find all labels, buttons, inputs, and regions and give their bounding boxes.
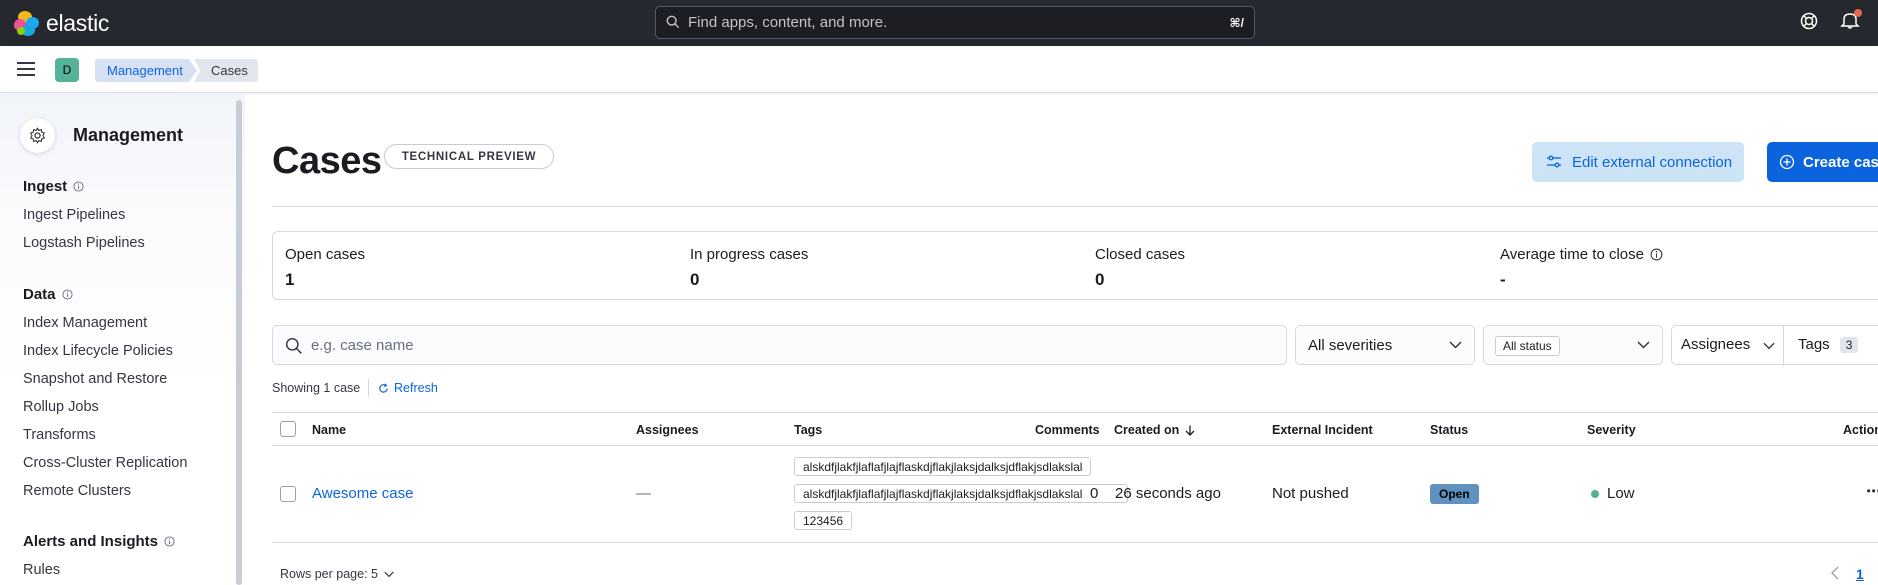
notification-dot: [1854, 9, 1862, 17]
filter-group: Assignees Tags 3: [1671, 325, 1878, 366]
side-nav-header: Management: [20, 118, 183, 153]
search-placeholder: Find apps, content, and more.: [688, 14, 888, 31]
chevron-down-icon: [1449, 341, 1462, 349]
global-search[interactable]: Find apps, content, and more. ⌘/: [655, 6, 1255, 39]
previous-page-arrow-icon[interactable]: [1831, 566, 1839, 583]
select-all-checkbox[interactable]: [280, 421, 296, 437]
case-created-on: 26 seconds ago: [1115, 485, 1221, 502]
showing-count: Showing 1 case: [272, 381, 361, 395]
sidebar-item-ingest-pipelines[interactable]: Ingest Pipelines: [23, 207, 125, 223]
breadcrumb-cases: Cases: [194, 59, 258, 82]
status-badge: Open: [1430, 484, 1479, 504]
column-header-name[interactable]: Name: [312, 423, 346, 437]
search-shortcut: ⌘/: [1229, 16, 1244, 30]
row-checkbox[interactable]: [280, 486, 296, 502]
status-select[interactable]: All status: [1483, 325, 1663, 365]
side-section-alerts-and-insights: Alerts and Insights: [23, 533, 175, 550]
column-header-assignees: Assignees: [636, 423, 699, 437]
sidebar-item-transforms[interactable]: Transforms: [23, 427, 96, 443]
space-avatar[interactable]: D: [55, 58, 79, 82]
stat-closed-cases: Closed cases 0: [1095, 246, 1186, 289]
search-icon: [285, 337, 302, 354]
case-comments-count: 0: [1090, 485, 1099, 502]
column-header-external-incident: External Incident: [1272, 423, 1373, 437]
chevron-down-icon: [1637, 341, 1650, 349]
stat-in-progress-cases: In progress cases 0: [690, 246, 809, 289]
sidebar-item-cross-cluster-replication[interactable]: Cross-Cluster Replication: [23, 455, 187, 471]
side-nav-title: Management: [73, 125, 184, 145]
help-icon[interactable]: [1800, 12, 1818, 33]
column-header-created-on[interactable]: Created on: [1114, 423, 1195, 437]
column-header-status[interactable]: Status: [1430, 423, 1468, 437]
info-icon: [73, 181, 84, 192]
stat-average-time-to-close: Average time to close -: [1500, 246, 1663, 290]
sidebar-item-snapshot-and-restore[interactable]: Snapshot and Restore: [23, 371, 167, 387]
case-tag: alskdfjlakfjlaflafjlajflaskdjflakjlaksjd…: [794, 484, 1128, 503]
tags-count-badge: 3: [1839, 336, 1859, 353]
case-search-field[interactable]: [272, 325, 1287, 365]
gear-icon: [20, 118, 55, 153]
edit-external-connection-button[interactable]: Edit external connection: [1532, 142, 1744, 182]
breadcrumb-bar: D Management Cases: [0, 46, 1878, 93]
side-section-data: Data: [23, 286, 73, 303]
refresh-icon: [379, 382, 388, 393]
elastic-logo[interactable]: elastic: [14, 10, 109, 37]
info-icon[interactable]: [1650, 248, 1663, 261]
page-number-current[interactable]: 1: [1856, 566, 1864, 582]
case-tag: alskdfjlakfjlaflafjlajflaskdjflakjlaksjd…: [794, 457, 1092, 476]
column-header-severity[interactable]: Severity: [1587, 423, 1636, 437]
sidebar-scrollbar[interactable]: [236, 100, 242, 585]
technical-preview-badge: TECHNICAL PREVIEW: [384, 144, 554, 169]
sidebar-item-index-management[interactable]: Index Management: [23, 315, 147, 331]
severity-select[interactable]: All severities: [1295, 325, 1475, 365]
chevron-down-icon: [1763, 342, 1775, 350]
header-divider: [272, 206, 1878, 207]
column-header-comments[interactable]: Comments: [1035, 423, 1100, 437]
arrow-down-icon: [1185, 425, 1195, 436]
row-actions-icon[interactable]: ⋯: [1866, 482, 1878, 500]
search-icon: [666, 15, 680, 29]
table-row: Awesome case — alskdfjlakfjlaflafjlajfla…: [272, 446, 1878, 543]
side-section-ingest: Ingest: [23, 178, 84, 195]
case-tag: 123456: [794, 511, 853, 530]
case-search-input[interactable]: [311, 334, 1211, 356]
rows-per-page-button[interactable]: Rows per page: 5: [280, 567, 394, 581]
case-external-incident: Not pushed: [1272, 485, 1349, 502]
top-header: elastic Find apps, content, and more. ⌘/: [0, 0, 1878, 46]
app-name: elastic: [46, 10, 110, 36]
chevron-down-icon: [384, 571, 394, 577]
sidebar-item-rules[interactable]: Rules: [23, 562, 60, 578]
case-stats-panel: Open cases 1 In progress cases 0 Closed …: [272, 231, 1878, 300]
cases-table-header: Name Assignees Tags Comments Created on …: [272, 412, 1878, 446]
case-name-link[interactable]: Awesome case: [312, 485, 413, 502]
breadcrumb-management[interactable]: Management: [95, 59, 197, 82]
assignees-filter-button[interactable]: Assignees: [1681, 336, 1750, 353]
column-header-tags: Tags: [794, 423, 823, 437]
tags-filter-button[interactable]: Tags 3: [1798, 336, 1859, 353]
hamburger-menu-icon[interactable]: [17, 62, 35, 79]
page-title: Cases: [272, 140, 382, 182]
sidebar-item-rollup-jobs[interactable]: Rollup Jobs: [23, 399, 99, 415]
stat-open-cases: Open cases 1: [285, 246, 366, 289]
sidebar-item-remote-clusters[interactable]: Remote Clusters: [23, 483, 131, 499]
case-assignees: —: [636, 485, 651, 502]
create-case-button[interactable]: Create case: [1767, 142, 1878, 182]
elastic-logo-icon: [14, 10, 40, 37]
toolbar-divider: [368, 379, 369, 397]
controls-icon: [1547, 155, 1561, 168]
sidebar-item-index-lifecycle-policies[interactable]: Index Lifecycle Policies: [23, 343, 173, 359]
sidebar-item-logstash-pipelines[interactable]: Logstash Pipelines: [23, 235, 145, 251]
refresh-button[interactable]: Refresh: [378, 381, 438, 395]
case-severity: Low: [1591, 485, 1635, 502]
filter-divider: [1783, 326, 1784, 366]
side-nav: Management Ingest Ingest Pipelines Logst…: [0, 94, 245, 585]
plus-circle-icon: [1779, 154, 1795, 170]
severity-dot-icon: [1591, 490, 1599, 499]
column-header-actions: Actions: [1843, 423, 1878, 437]
info-icon: [164, 536, 175, 547]
info-icon: [61, 289, 73, 300]
